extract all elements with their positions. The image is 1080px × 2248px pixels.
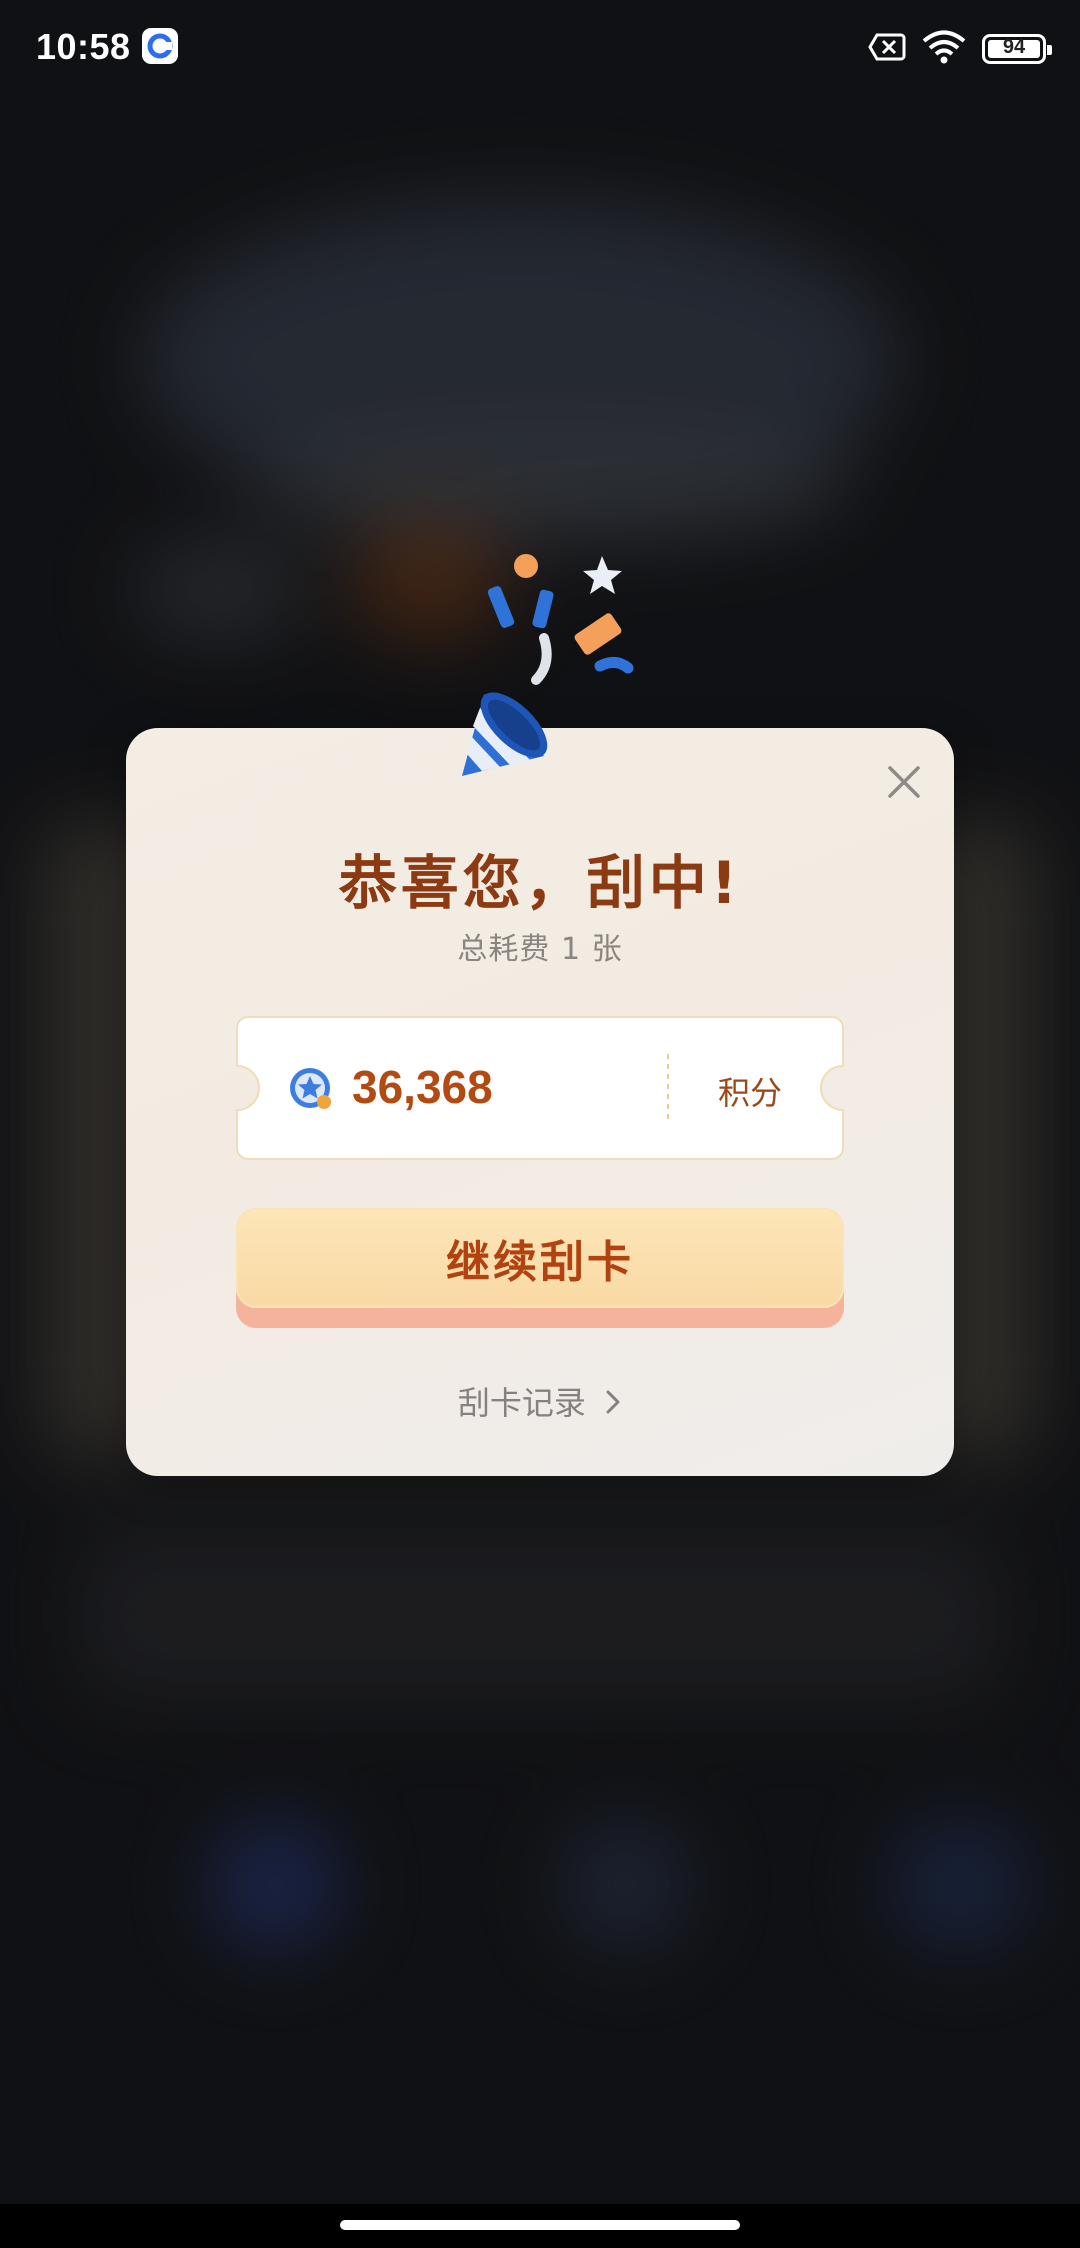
sim-off-icon <box>868 32 906 66</box>
continue-scratch-label: 继续刮卡 <box>446 1237 634 1288</box>
battery-level: 94 <box>1002 36 1026 58</box>
wifi-icon <box>922 30 966 68</box>
reward-ticket: 36,368 积分 <box>236 1016 844 1160</box>
status-icons: 94 <box>868 30 1052 68</box>
points-value: 36,368 <box>352 1061 493 1113</box>
points-unit: 积分 <box>717 1074 782 1112</box>
points-coin-icon <box>288 1066 334 1112</box>
screen: 10:58 94 恭喜您，刮中! 总耗费 1 张 36,368 积分 继续刮卡 … <box>0 0 1080 2248</box>
status-time: 10:58 <box>36 26 131 67</box>
status-bar: 10:58 94 <box>0 0 1080 96</box>
prize-dialog: 恭喜您，刮中! 总耗费 1 张 36,368 积分 继续刮卡 刮卡记录 <box>126 728 954 1476</box>
scratch-record-label: 刮卡记录 <box>457 1384 586 1422</box>
party-popper-icon <box>440 540 670 780</box>
home-indicator[interactable] <box>340 2220 740 2230</box>
navigation-bar <box>0 2204 1080 2248</box>
app-notification-icon <box>142 28 178 64</box>
chevron-right-icon <box>604 1386 622 1424</box>
continue-scratch-button[interactable]: 继续刮卡 <box>236 1208 844 1328</box>
continue-scratch-button-face: 继续刮卡 <box>236 1208 844 1308</box>
close-icon[interactable] <box>884 762 924 802</box>
dialog-title: 恭喜您，刮中! <box>338 849 742 917</box>
battery-icon: 94 <box>982 34 1052 64</box>
scratch-record-link[interactable]: 刮卡记录 <box>126 1378 954 1424</box>
dialog-subtitle: 总耗费 1 张 <box>457 932 623 967</box>
